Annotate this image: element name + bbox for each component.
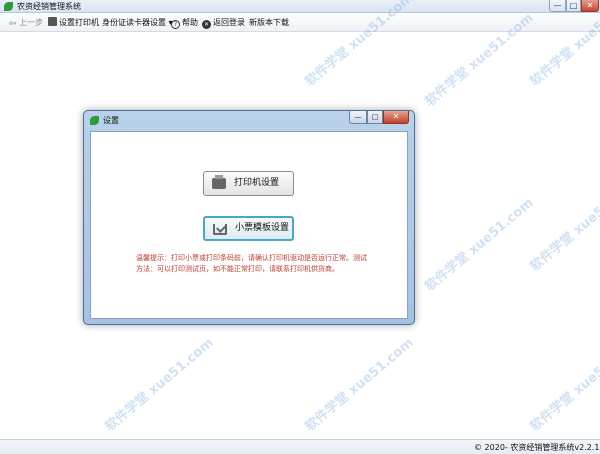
watermark: 软件学堂 xue51.com xyxy=(302,335,417,435)
logout-button[interactable]: ✕ 返回登录 xyxy=(202,17,245,29)
toolbar: ⇦ 上一步 设置打印机 身份证读卡器设置 ▾ ? 帮助 ✕ 返回登录 新版本下载 xyxy=(0,14,600,32)
back-button[interactable]: ⇦ 上一步 xyxy=(8,17,43,29)
set-printer-label: 设置打印机 xyxy=(59,18,99,27)
logout-icon: ✕ xyxy=(202,20,211,29)
close-button[interactable]: ✕ xyxy=(581,0,599,12)
window-title: 农资经销管理系统 xyxy=(17,2,81,11)
dialog-titlebar[interactable]: 设置 — □ ✕ xyxy=(84,111,414,130)
app-leaf-icon xyxy=(4,2,13,11)
copyright-text: © 2020- 农资经销管理系统v2.2.1.2 xyxy=(474,443,600,452)
back-label: 上一步 xyxy=(19,18,43,27)
dialog-close-button[interactable]: ✕ xyxy=(383,111,409,124)
dialog-leaf-icon xyxy=(90,116,99,125)
help-icon: ? xyxy=(171,20,180,29)
tip-text-line1: 温馨提示：打印小票或打印条码前，请确认打印机驱动是否运行正常。测试 xyxy=(136,254,367,262)
logout-label: 返回登录 xyxy=(213,18,245,27)
watermark: 软件学堂 xue51.com xyxy=(527,175,600,275)
printer-icon xyxy=(212,175,226,189)
main-titlebar: 农资经销管理系统 — □ ✕ xyxy=(0,0,600,13)
watermark: 软件学堂 xue51.com xyxy=(102,335,217,435)
watermark: 软件学堂 xue51.com xyxy=(422,195,537,295)
printer-settings-button[interactable]: 打印机设置 xyxy=(203,171,294,196)
id-reader-settings-dropdown[interactable]: 身份证读卡器设置 ▾ xyxy=(102,17,173,29)
printer-settings-label: 打印机设置 xyxy=(234,178,280,188)
settings-dialog: 设置 — □ ✕ 打印机设置 小票模板设置 温馨提示：打印小票或打印条码前，请确… xyxy=(83,110,415,325)
ticket-template-label: 小票模板设置 xyxy=(235,223,290,233)
minimize-button[interactable]: — xyxy=(549,0,566,12)
tip-text-line2: 方法：可以打印测试页，如不能正常打印，请联系打印机供货商。 xyxy=(136,265,339,273)
watermark: 软件学堂 xue51.com xyxy=(527,335,600,435)
dialog-minimize-button[interactable]: — xyxy=(349,111,367,124)
back-arrow-icon: ⇦ xyxy=(8,19,17,29)
id-reader-label: 身份证读卡器设置 xyxy=(102,18,166,27)
inbox-tray-icon xyxy=(213,224,227,235)
ticket-template-button[interactable]: 小票模板设置 xyxy=(203,216,294,241)
help-label: 帮助 xyxy=(182,18,198,27)
dialog-maximize-button[interactable]: □ xyxy=(367,111,383,124)
new-version-label: 新版本下载 xyxy=(249,18,289,27)
printer-icon xyxy=(48,17,57,26)
new-version-download-link[interactable]: 新版本下载 xyxy=(249,17,289,29)
help-button[interactable]: ? 帮助 xyxy=(171,17,198,29)
status-bar: © 2020- 农资经销管理系统v2.2.1.2 xyxy=(0,439,600,454)
maximize-button[interactable]: □ xyxy=(566,0,581,12)
set-printer-button[interactable]: 设置打印机 xyxy=(48,17,99,29)
dialog-title: 设置 xyxy=(103,116,119,125)
dialog-content: 打印机设置 小票模板设置 温馨提示：打印小票或打印条码前，请确认打印机驱动是否运… xyxy=(90,131,408,319)
